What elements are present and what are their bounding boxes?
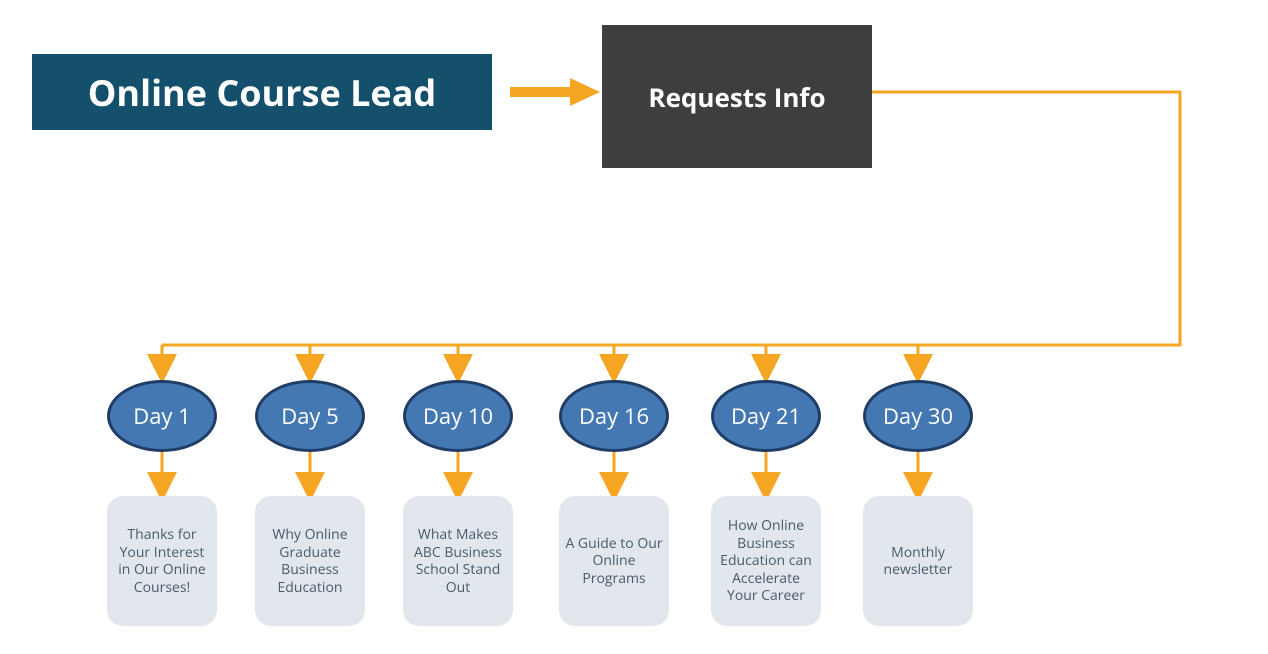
- day-label: Day 30: [883, 401, 953, 431]
- lead-label: Online Course Lead: [88, 68, 436, 117]
- requests-box: Requests Info: [602, 25, 872, 168]
- day-label: Day 1: [133, 401, 191, 431]
- step-card-5: How Online Business Education can Accele…: [711, 496, 821, 626]
- day-label: Day 21: [731, 401, 801, 431]
- day-ellipse-3: Day 10: [403, 380, 513, 452]
- step-card-6: Monthly newsletter: [863, 496, 973, 626]
- requests-label: Requests Info: [648, 79, 825, 115]
- day-ellipse-2: Day 5: [255, 380, 365, 452]
- step-card-1: Thanks for Your Interest in Our Online C…: [107, 496, 217, 626]
- step-card-4: A Guide to Our Online Programs: [559, 496, 669, 626]
- arrow-lead-to-requests: [510, 78, 600, 106]
- day-ellipse-4: Day 16: [559, 380, 669, 452]
- day-label: Day 10: [423, 401, 493, 431]
- day-ellipse-5: Day 21: [711, 380, 821, 452]
- card-text: Thanks for Your Interest in Our Online C…: [113, 526, 211, 596]
- card-text: Monthly newsletter: [869, 544, 967, 579]
- day-label: Day 5: [281, 401, 339, 431]
- step-card-3: What Makes ABC Business School Stand Out: [403, 496, 513, 626]
- step-card-2: Why Online Graduate Business Education: [255, 496, 365, 626]
- card-text: Why Online Graduate Business Education: [261, 526, 359, 596]
- card-text: A Guide to Our Online Programs: [565, 535, 663, 588]
- card-text: How Online Business Education can Accele…: [717, 517, 815, 605]
- card-text: What Makes ABC Business School Stand Out: [409, 526, 507, 596]
- day-ellipse-1: Day 1: [107, 380, 217, 452]
- day-label: Day 16: [579, 401, 649, 431]
- day-ellipse-6: Day 30: [863, 380, 973, 452]
- lead-box: Online Course Lead: [32, 54, 492, 130]
